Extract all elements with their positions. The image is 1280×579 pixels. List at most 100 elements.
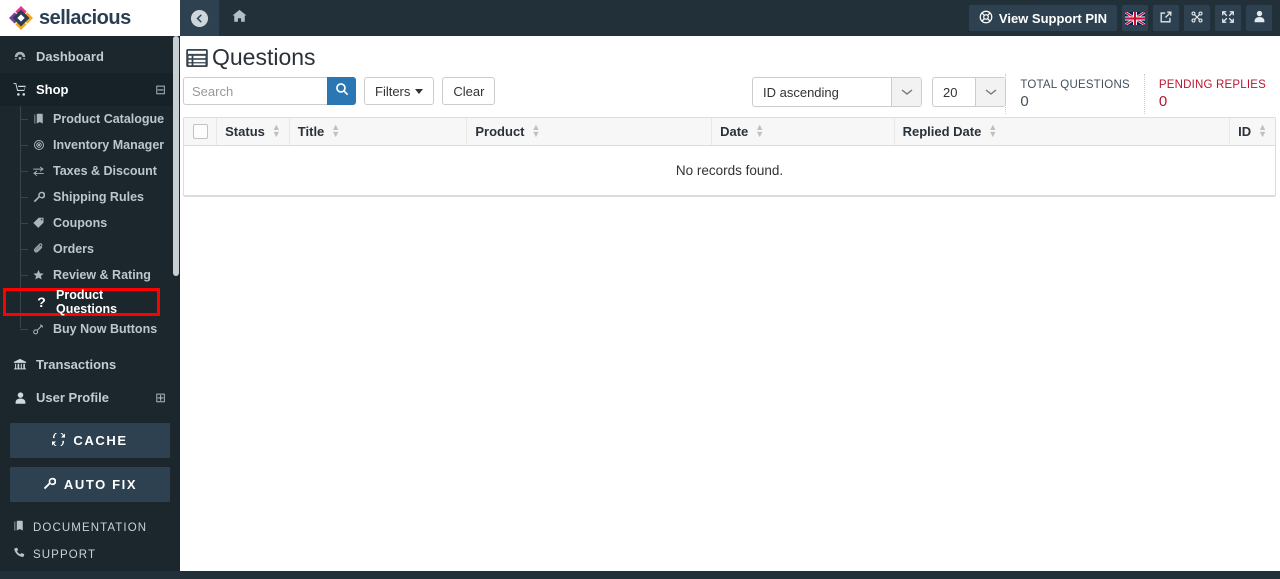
sidebar-item-label: Product Catalogue: [53, 112, 165, 126]
brand-logo-bar[interactable]: sellacious: [0, 0, 180, 36]
app-root: sellacious Dashboard Shop ⊟ Product Cata…: [0, 0, 1280, 579]
chevron-down-icon[interactable]: [891, 78, 921, 106]
sidebar-item-label: Buy Now Buttons: [53, 322, 158, 336]
sidebar-item-label: Shipping Rules: [53, 190, 144, 204]
sidebar-item-buy-now-buttons[interactable]: Buy Now Buttons: [0, 316, 180, 342]
sort-select[interactable]: ID ascending: [752, 77, 922, 107]
sidebar-item-shop[interactable]: Shop ⊟: [0, 73, 180, 106]
phone-icon: [13, 547, 29, 562]
view-support-pin-button[interactable]: View Support PIN: [968, 5, 1117, 31]
select-all-checkbox[interactable]: [192, 124, 208, 140]
chevron-expand-icon[interactable]: ⊞: [155, 390, 166, 406]
sort-toggle-icon[interactable]: ▲ ▼: [272, 123, 281, 139]
joomla-admin-button[interactable]: [1184, 5, 1210, 31]
sidebar-item-dashboard[interactable]: Dashboard: [0, 40, 180, 73]
stat-label: TOTAL QUESTIONS: [1020, 78, 1130, 91]
list-view-icon: [186, 48, 208, 67]
stats-panel: TOTAL QUESTIONS 0 PENDING REPLIES 0: [1005, 74, 1280, 114]
dashboard-icon: [10, 50, 30, 64]
back-arrow-icon: [190, 9, 209, 28]
page-limit-select[interactable]: 20: [932, 77, 1006, 107]
fullscreen-button[interactable]: [1215, 5, 1241, 31]
top-header-actions: View Support PIN: [968, 0, 1272, 36]
brand-name: sellacious: [39, 6, 131, 29]
search-group: [183, 77, 356, 105]
sidebar-item-product-questions[interactable]: ? Product Questions: [3, 288, 160, 316]
home-button[interactable]: [219, 0, 259, 36]
back-button[interactable]: [180, 0, 219, 36]
sidebar-item-shipping-rules[interactable]: Shipping Rules: [0, 184, 180, 210]
page-limit-value: 20: [943, 84, 958, 100]
sidebar-item-label: Product Questions: [56, 288, 118, 316]
column-label: Title: [297, 123, 325, 139]
column-header-id[interactable]: ID ▲ ▼: [1229, 118, 1275, 146]
chevron-down-icon[interactable]: [975, 78, 1005, 106]
preview-site-button[interactable]: [1153, 5, 1179, 31]
sidebar-secondary-nav: Transactions User Profile ⊞: [0, 348, 180, 414]
paperclip-icon: [30, 243, 47, 255]
link-icon: [30, 323, 47, 335]
documentation-link-label: DOCUMENTATION: [33, 521, 148, 534]
chevron-collapse-icon[interactable]: ⊟: [155, 82, 166, 98]
column-header-product[interactable]: Product ▲ ▼: [466, 118, 713, 146]
sidebar-item-label: Coupons: [53, 216, 108, 230]
home-icon: [232, 9, 247, 28]
clear-button[interactable]: Clear: [442, 77, 496, 105]
user-menu-button[interactable]: [1246, 5, 1272, 31]
language-button[interactable]: [1122, 5, 1148, 31]
search-button[interactable]: [327, 77, 356, 105]
book-icon: [13, 520, 29, 535]
sidebar-item-user-profile[interactable]: User Profile ⊞: [0, 381, 180, 414]
auto-fix-button-label: AUTO FIX: [63, 477, 138, 492]
user-icon: [10, 391, 30, 405]
sort-toggle-icon[interactable]: ▲ ▼: [988, 123, 997, 139]
sidebar-item-review-rating[interactable]: Review & Rating: [0, 262, 180, 288]
user-avatar-icon: [1253, 10, 1266, 26]
wrench-icon: [43, 477, 57, 493]
column-header-replied-date[interactable]: Replied Date ▲ ▼: [894, 118, 1231, 146]
sort-toggle-icon[interactable]: ▲ ▼: [532, 123, 541, 139]
sort-toggle-icon[interactable]: ▲ ▼: [1258, 123, 1267, 139]
sidebar-item-transactions[interactable]: Transactions: [0, 348, 180, 381]
external-link-icon: [1159, 10, 1173, 27]
sort-toggle-icon[interactable]: ▲ ▼: [331, 123, 340, 139]
sidebar-item-label: Taxes & Discount: [53, 164, 157, 178]
toolbar-mid-group: ID ascending 20: [752, 77, 1006, 107]
clear-button-label: Clear: [453, 83, 485, 99]
sidebar-item-taxes-discount[interactable]: Taxes & Discount: [0, 158, 180, 184]
lifebuoy-icon: [979, 10, 993, 27]
main-area: View Support PIN Questions Search Filter…: [180, 0, 1280, 579]
refresh-icon: [52, 431, 66, 449]
cache-button[interactable]: CACHE: [10, 423, 170, 458]
column-header-title[interactable]: Title ▲ ▼: [289, 118, 468, 146]
empty-state-row: No records found.: [184, 145, 1275, 196]
questions-table: Status ▲ ▼ Title ▲ ▼ Product ▲ ▼ Date ▲ …: [184, 118, 1275, 196]
table-body: No records found.: [184, 145, 1275, 196]
questions-table-container: Status ▲ ▼ Title ▲ ▼ Product ▲ ▼ Date ▲ …: [183, 117, 1276, 197]
support-link-label: SUPPORT: [33, 548, 97, 561]
sidebar-scrollbar[interactable]: [173, 36, 179, 276]
documentation-link[interactable]: DOCUMENTATION: [0, 514, 180, 541]
sort-toggle-icon[interactable]: ▲ ▼: [755, 123, 764, 139]
footer-strip: [0, 571, 1280, 579]
sidebar-primary-nav: Dashboard Shop ⊟: [0, 36, 180, 106]
sidebar-item-inventory-manager[interactable]: Inventory Manager: [0, 132, 180, 158]
stat-label: PENDING REPLIES: [1158, 78, 1266, 91]
stat-pending-replies: PENDING REPLIES 0: [1143, 74, 1280, 114]
toolbar-left-group: Filters Clear: [183, 77, 496, 105]
sidebar-item-coupons[interactable]: Coupons: [0, 210, 180, 236]
column-header-status[interactable]: Status ▲ ▼: [216, 118, 290, 146]
search-input[interactable]: [183, 77, 327, 105]
sidebar: sellacious Dashboard Shop ⊟ Product Cata…: [0, 0, 180, 579]
top-header-bar: View Support PIN: [180, 0, 1280, 36]
sidebar-item-orders[interactable]: Orders: [0, 236, 180, 262]
auto-fix-button[interactable]: AUTO FIX: [10, 467, 170, 502]
support-link[interactable]: SUPPORT: [0, 541, 180, 568]
sort-select-value: ID ascending: [763, 84, 839, 100]
sidebar-item-label: Transactions: [36, 357, 117, 372]
star-half-icon: [30, 269, 47, 281]
view-support-pin-label: View Support PIN: [998, 10, 1107, 26]
filters-button[interactable]: Filters: [364, 77, 435, 105]
column-header-date[interactable]: Date ▲ ▼: [711, 118, 895, 146]
sidebar-item-product-catalogue[interactable]: Product Catalogue: [0, 106, 180, 132]
